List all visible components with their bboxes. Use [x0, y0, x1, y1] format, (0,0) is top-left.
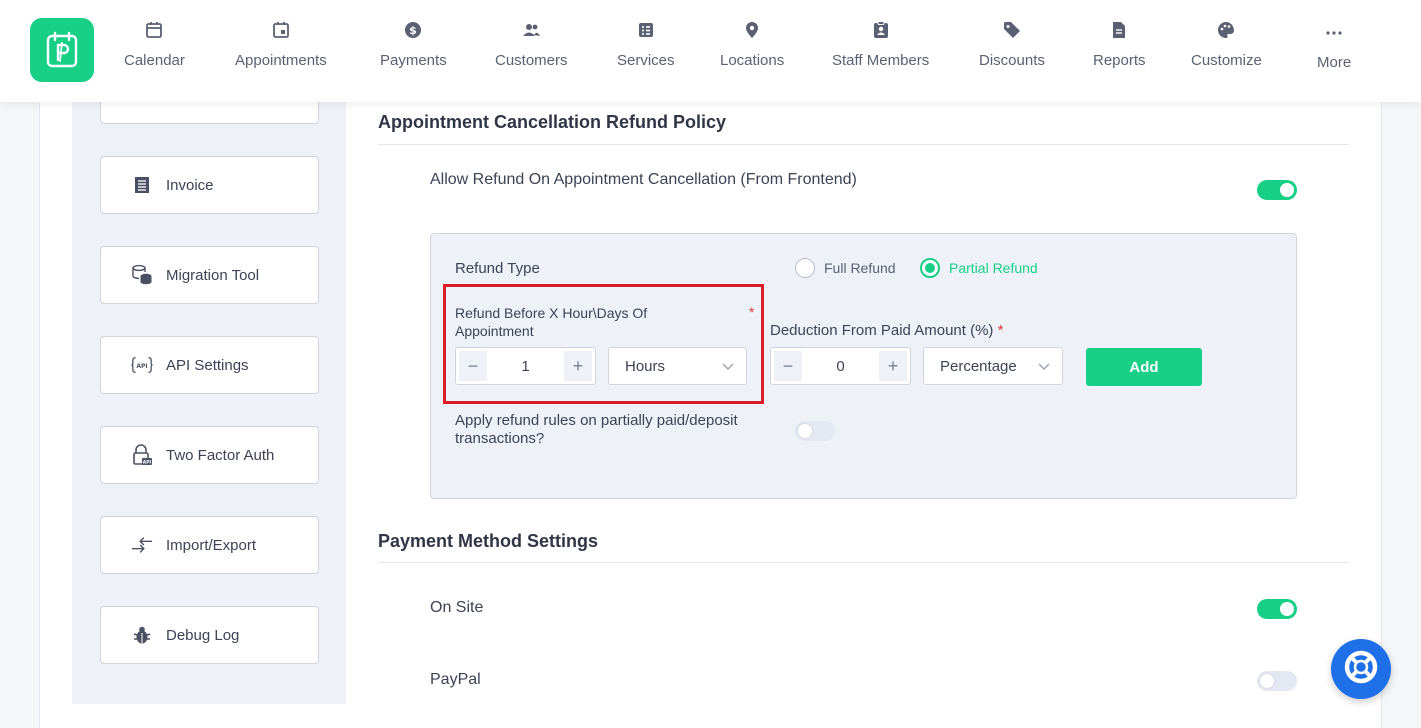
calendar-icon	[144, 20, 164, 40]
radio-circle	[920, 258, 940, 278]
import-export-arrows-icon	[131, 534, 153, 556]
deduction-stepper: − 0 +	[770, 347, 911, 385]
location-pin-icon	[742, 20, 762, 40]
radio-label: Full Refund	[824, 260, 896, 276]
radio-partial-refund[interactable]: Partial Refund	[920, 258, 1038, 278]
sidebar-item-label: API Settings	[166, 356, 249, 374]
more-dots-icon	[1324, 20, 1344, 40]
svg-text:$: $	[410, 24, 418, 37]
nav-label: Staff Members	[832, 52, 930, 69]
nav-label: Discounts	[979, 52, 1045, 69]
toggle-knob	[1260, 674, 1274, 688]
select-value: Percentage	[940, 357, 1017, 375]
invoice-icon	[131, 174, 153, 196]
nav-label: More	[1317, 54, 1352, 71]
toggle-knob	[798, 424, 812, 438]
staff-badge-icon	[871, 20, 891, 40]
toggle-knob	[1280, 602, 1294, 616]
logo-mark-icon	[46, 31, 78, 68]
report-file-icon	[1109, 20, 1129, 40]
nav-label: Appointments	[235, 52, 327, 69]
radio-circle	[795, 258, 815, 278]
nav-appointments[interactable]: Appointments	[235, 20, 327, 80]
deduction-label: Deduction From Paid Amount (%)	[770, 322, 994, 339]
allow-refund-label: Allow Refund On Appointment Cancellation…	[430, 171, 857, 188]
required-asterisk: *	[997, 322, 1004, 339]
increment-button[interactable]: +	[879, 351, 907, 381]
sidebar-item-api-settings[interactable]: API API Settings	[100, 336, 319, 394]
sidebar-item-invoice[interactable]: Invoice	[100, 156, 319, 214]
nav-discounts[interactable]: Discounts	[979, 20, 1045, 80]
nav-more[interactable]: More	[1317, 20, 1351, 80]
deduction-value[interactable]: 0	[805, 358, 876, 375]
allow-refund-toggle[interactable]	[1257, 180, 1297, 200]
nav-staff-members[interactable]: Staff Members	[832, 20, 929, 80]
nav-label: Customers	[495, 52, 568, 69]
toggle-knob	[1280, 183, 1294, 197]
users-icon	[521, 20, 541, 40]
nav-label: Calendar	[124, 52, 185, 69]
nav-payments[interactable]: $ Payments	[380, 20, 447, 80]
nav-customers[interactable]: Customers	[495, 20, 568, 80]
chevron-down-icon	[1038, 358, 1050, 375]
paypal-toggle[interactable]	[1257, 671, 1297, 691]
nav-calendar[interactable]: Calendar	[124, 20, 185, 80]
services-list-icon	[636, 20, 656, 40]
sidebar-item-label: Import/Export	[166, 536, 257, 554]
nav-label: Services	[617, 52, 675, 69]
payment-method-paypal-label: PayPal	[430, 671, 481, 688]
api-icon: API	[131, 354, 153, 376]
payment-method-on-site-label: On Site	[430, 599, 484, 616]
svg-text:API: API	[143, 460, 152, 466]
sidebar-item-label: Two Factor Auth	[166, 446, 275, 464]
on-site-toggle[interactable]	[1257, 599, 1297, 619]
sidebar-item-import-export[interactable]: Import/Export	[100, 516, 319, 574]
nav-label: Reports	[1093, 52, 1146, 69]
refund-policy-title: Appointment Cancellation Refund Policy	[378, 112, 727, 132]
nav-label: Payments	[380, 52, 447, 69]
sidebar-item-debug-log[interactable]: Debug Log	[100, 606, 319, 664]
section-divider	[378, 144, 1349, 145]
decrement-button[interactable]: −	[774, 351, 802, 381]
deduction-unit-select[interactable]: Percentage	[923, 347, 1063, 385]
deduction-label-group: Deduction From Paid Amount (%) *	[770, 322, 1003, 340]
nav-reports[interactable]: Reports	[1093, 20, 1146, 80]
bug-icon	[131, 624, 153, 646]
appointments-icon	[271, 20, 291, 40]
top-navigation-bar: Calendar Appointments $ Payments Custome…	[0, 0, 1421, 102]
payment-methods-title: Payment Method Settings	[378, 531, 599, 551]
nav-label: Customize	[1191, 52, 1262, 69]
sidebar-item-migration-tool[interactable]: Migration Tool	[100, 246, 319, 304]
nav-locations[interactable]: Locations	[720, 20, 784, 80]
sidebar-item-label: Debug Log	[166, 626, 240, 644]
tag-icon	[1002, 20, 1022, 40]
database-migration-icon	[131, 264, 153, 286]
lifebuoy-icon	[1344, 650, 1378, 689]
sidebar-item-two-factor-auth[interactable]: API Two Factor Auth	[100, 426, 319, 484]
sidebar-item-label: Migration Tool	[166, 266, 260, 284]
help-button[interactable]	[1331, 639, 1391, 699]
radio-full-refund[interactable]: Full Refund	[795, 258, 896, 278]
svg-text:API: API	[136, 363, 147, 370]
lock-key-icon: API	[131, 444, 153, 466]
nav-customize[interactable]: Customize	[1191, 20, 1262, 80]
radio-label: Partial Refund	[949, 260, 1038, 276]
highlight-box	[443, 284, 764, 404]
dollar-coin-icon: $	[403, 20, 423, 40]
app-logo[interactable]	[30, 18, 94, 82]
section-divider	[378, 562, 1349, 563]
nav-services[interactable]: Services	[617, 20, 675, 80]
add-rule-button[interactable]: Add	[1086, 348, 1202, 386]
sidebar-item-label: Invoice	[166, 176, 214, 194]
refund-type-label: Refund Type	[455, 260, 540, 277]
partial-rules-toggle[interactable]	[795, 421, 835, 441]
palette-icon	[1216, 20, 1236, 40]
partial-rules-label: Apply refund rules on partially paid/dep…	[455, 412, 738, 447]
nav-label: Locations	[720, 52, 785, 69]
